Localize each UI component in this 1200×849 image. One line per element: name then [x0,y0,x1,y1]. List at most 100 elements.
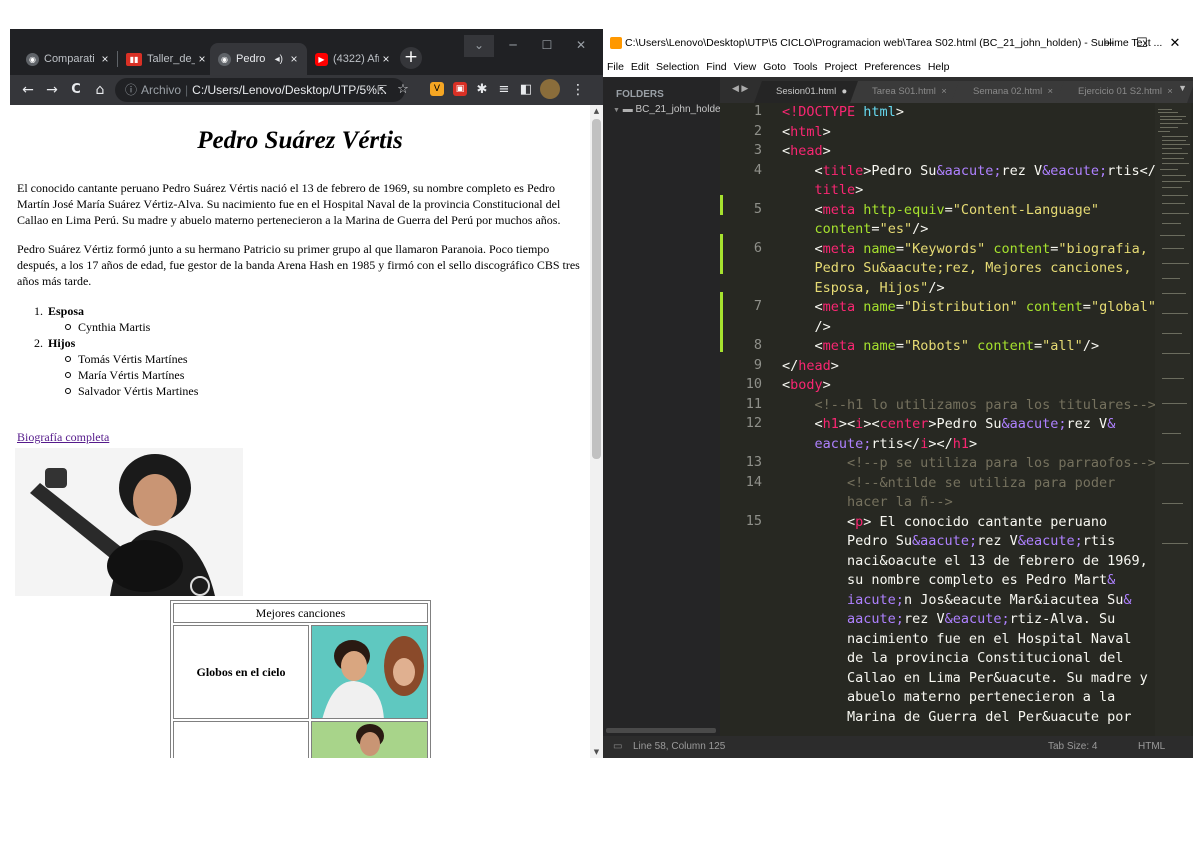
sidebar-scrollbar[interactable] [606,728,716,733]
tab-title: Comparati [44,53,95,65]
menu-bar: File Edit Selection Find View Goto Tools Projec… [603,57,1193,77]
sidebar-folder[interactable]: ▼ ▬ BC_21_john_holden [613,104,726,115]
maximize-button[interactable]: ☐ [1128,29,1156,57]
menu-icon[interactable]: ⋮ [568,80,588,100]
scrollbar-thumb[interactable] [592,119,601,459]
sublime-titlebar: C:\Users\Lenovo\Desktop\UTP\5 CICLO\Prog… [603,29,1193,57]
minimap[interactable] [1155,103,1191,736]
reload-icon[interactable]: C [66,80,86,100]
console-icon[interactable]: ▭ [613,736,622,758]
close-tab-icon[interactable]: × [195,52,209,66]
address-path: C:/Users/Lenovo/Desktop/UTP/5%... [192,83,387,97]
list-item: 1. Esposa [34,304,85,318]
biografia-link[interactable]: Biografía completa [17,430,109,445]
menu-find[interactable]: Find [706,61,726,73]
modified-line-marker [720,292,723,332]
page-viewport: Pedro Suárez Vértis El conocido cantante… [10,105,590,758]
share-icon[interactable]: ⇱ [372,80,392,100]
sub-list-item: Salvador Vértis Martines [64,384,199,398]
tab-youtube[interactable]: ▶ (4322) Afr × [307,43,399,75]
unsaved-dot-icon[interactable]: ● [841,86,847,97]
tab-pedro[interactable]: ◉ Pedro ◂) × [210,43,307,75]
list-item: 2. Hijos [34,336,76,350]
info-icon[interactable]: ⓘ [125,83,137,97]
folder-icon: ▬ [622,104,633,115]
extension-icon[interactable]: V [430,82,444,96]
menu-file[interactable]: File [607,61,624,73]
minimize-button[interactable]: ─ [498,35,528,57]
tab-ejercicio-01[interactable]: Ejercicio 01 S2.html × [1055,81,1193,103]
menu-help[interactable]: Help [928,61,950,73]
artist-photo [15,448,243,596]
minimize-button[interactable]: ─ [1095,29,1123,57]
back-icon[interactable]: ← [18,80,38,100]
profile-avatar[interactable] [540,79,560,99]
tab-bar: ◀ ▶ Sesion01.html ● Tarea S01.html × Sem… [720,77,1193,103]
close-tab-icon[interactable]: × [287,52,301,66]
modified-line-marker [720,234,723,274]
close-tab-icon[interactable]: × [941,86,947,97]
table-caption: Mejores canciones [173,603,428,623]
home-icon[interactable]: ⌂ [90,80,110,100]
sidebar: FOLDERS ▼ ▬ BC_21_john_holden [603,77,726,736]
sublime-logo-icon [610,37,622,49]
new-tab-button[interactable]: + [400,47,422,69]
scroll-down-icon[interactable]: ▼ [590,746,603,758]
paragraph-1: El conocido cantante peruano Pedro Suáre… [17,181,561,227]
paragraph-2: Pedro Suárez Vértiz formó junto a su her… [17,242,580,288]
modified-line-marker [720,195,723,215]
modified-line-marker [720,332,723,352]
tab-nav-arrows-icon[interactable]: ◀ ▶ [732,83,748,94]
chrome-icon: ◉ [218,52,231,66]
sublime-window: C:\Users\Lenovo\Desktop\UTP\5 CICLO\Prog… [603,29,1193,758]
tallerweb-icon: ▮▮ [126,52,142,66]
side-panel-icon[interactable]: ◧ [516,80,536,100]
address-scheme: Archivo [141,83,182,97]
chrome-icon: ◉ [26,52,39,66]
tab-comparativa[interactable]: ◉ Comparati × [18,43,118,75]
cursor-position: Line 58, Column 125 [633,741,726,752]
menu-preferences[interactable]: Preferences [864,61,921,73]
extensions-puzzle-icon[interactable]: ✱ [472,80,492,100]
table-row [173,721,428,758]
address-bar[interactable]: ⓘ Archivo | C:/Users/Lenovo/Desktop/UTP/5%.… [115,78,405,102]
desktop-screen: ◉ Comparati × ▮▮ Taller_de_p × ◉ Pedro ◂… [10,29,1193,758]
bookmark-star-icon[interactable]: ☆ [393,80,413,100]
menu-goto[interactable]: Goto [763,61,786,73]
song-image [311,625,428,719]
menu-tools[interactable]: Tools [793,61,818,73]
syntax-mode[interactable]: HTML [1138,736,1165,758]
close-tab-icon[interactable]: × [1167,86,1173,97]
song-name: Globos en el cielo [173,625,309,719]
scroll-up-icon[interactable]: ▲ [590,105,603,117]
code-editor[interactable]: 1 2 3 4 5 6 7 8 9 10 11 12 13 14 15 <!DO… [720,103,1193,736]
extension-icon[interactable]: ▣ [453,82,467,96]
menu-view[interactable]: View [734,61,757,73]
line-gutter: 1 2 3 4 5 6 7 8 9 10 11 12 13 14 15 [745,103,762,529]
menu-project[interactable]: Project [825,61,858,73]
reading-list-icon[interactable]: ≡ [494,80,514,100]
status-bar: ▭ Line 58, Column 125 Tab Size: 4 HTML [603,736,1193,758]
close-window-button[interactable]: ✕ [1161,29,1189,57]
close-tab-icon[interactable]: × [1047,86,1053,97]
close-window-button[interactable]: ✕ [566,35,596,57]
menu-edit[interactable]: Edit [631,61,649,73]
youtube-icon: ▶ [315,52,328,66]
sub-list-item: Cynthia Martis [64,319,198,335]
maximize-button[interactable]: ☐ [532,35,562,57]
tab-size[interactable]: Tab Size: 4 [1048,736,1097,758]
forward-icon[interactable]: → [42,80,62,100]
tab-title: Taller_de_p [147,53,195,65]
tab-dropdown-icon[interactable]: ▼ [1178,83,1187,93]
ordered-list: 1. Esposa Cynthia Martis 2. Hijos Tomás Vé… [34,303,199,399]
tab-search-icon[interactable]: ⌄ [464,35,494,57]
speaker-icon[interactable]: ◂) [275,54,283,65]
close-tab-icon[interactable]: × [98,52,112,66]
disclosure-icon[interactable]: ▼ [613,107,620,114]
page-title: Pedro Suárez Vértis [197,127,403,154]
close-tab-icon[interactable]: × [379,52,393,66]
tab-taller[interactable]: ▮▮ Taller_de_p × [118,43,215,75]
song-image [311,721,428,758]
menu-selection[interactable]: Selection [656,61,699,73]
page-scrollbar[interactable]: ▲ ▼ [590,105,603,758]
